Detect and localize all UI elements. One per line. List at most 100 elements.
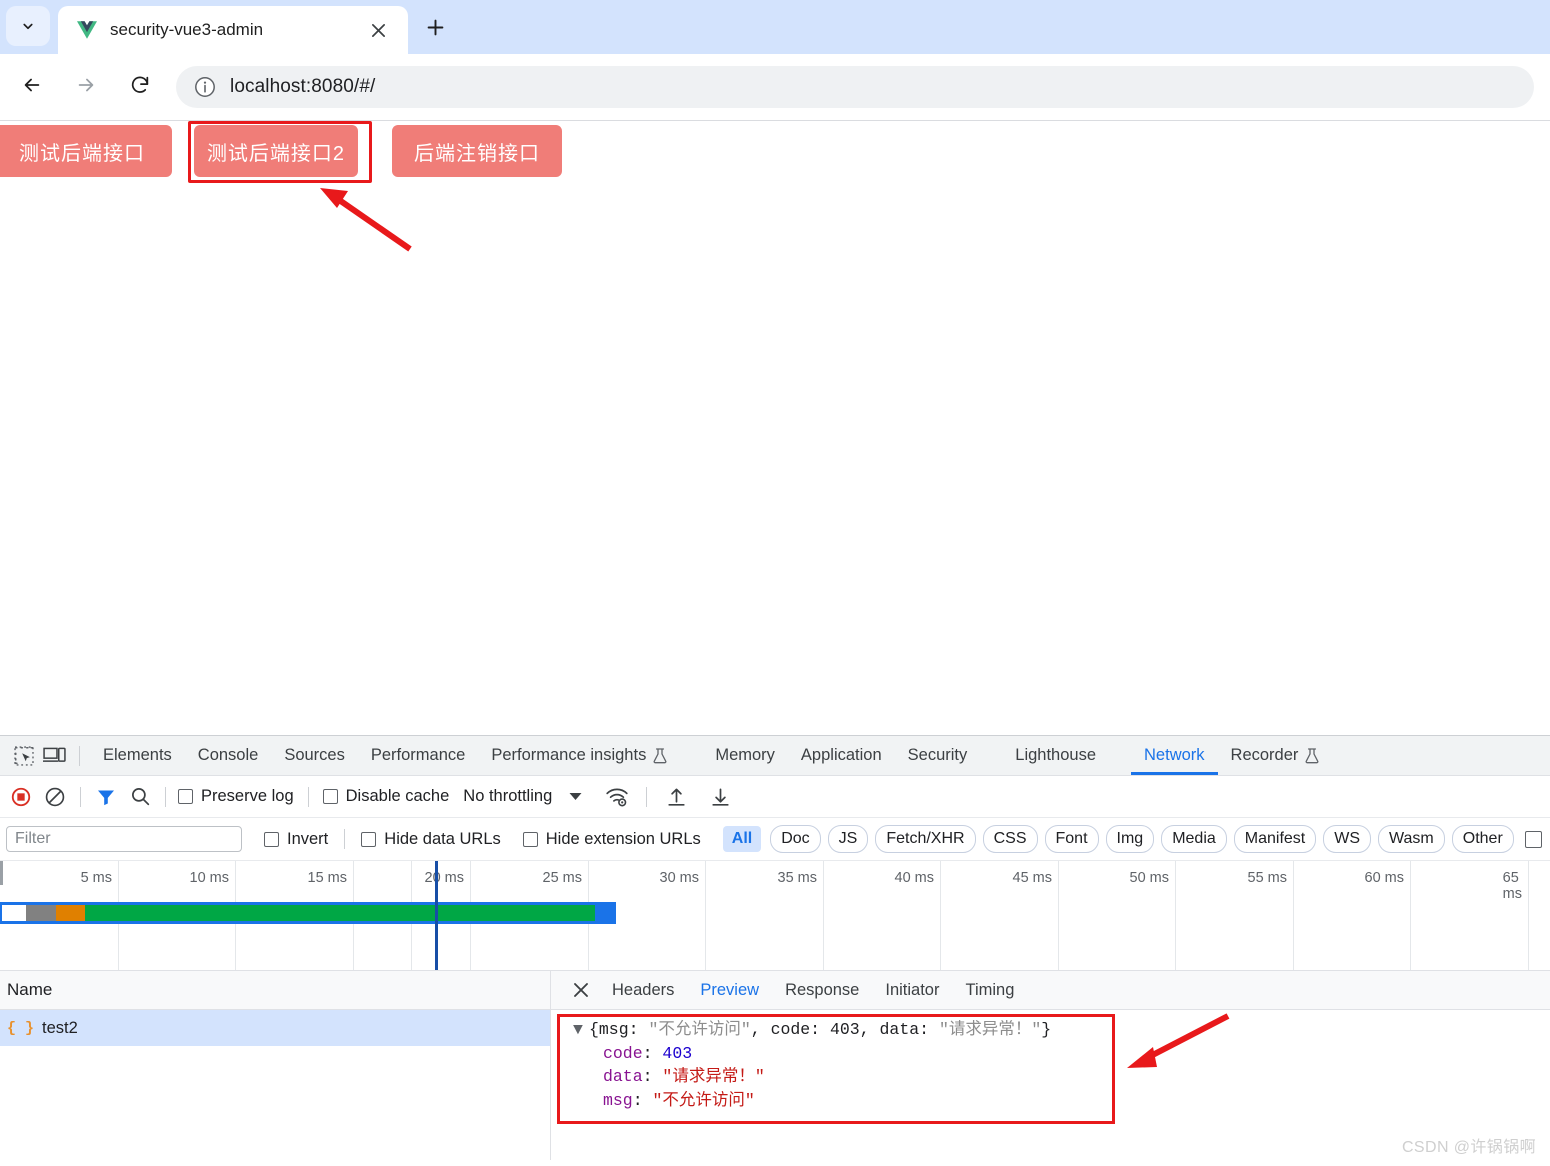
- type-filter-ws[interactable]: WS: [1323, 825, 1372, 853]
- tab-sources[interactable]: Sources: [271, 737, 358, 775]
- back-button[interactable]: [13, 68, 51, 106]
- table-row[interactable]: { } test2: [0, 1010, 550, 1046]
- search-icon[interactable]: [123, 782, 157, 812]
- backend-logout-api-button[interactable]: 后端注销接口: [392, 125, 562, 177]
- tab-label: Recorder: [1230, 746, 1299, 764]
- filter-input[interactable]: Filter: [6, 826, 242, 852]
- disable-cache-label: Disable cache: [345, 787, 450, 805]
- invert-checkbox[interactable]: Invert: [264, 830, 328, 849]
- tab-recorder[interactable]: Recorder: [1218, 737, 1333, 775]
- record-stop-icon[interactable]: [4, 782, 38, 812]
- close-icon[interactable]: [364, 16, 392, 44]
- tab-label: Sources: [284, 746, 345, 764]
- tab-label: Lighthouse: [1015, 746, 1097, 764]
- timeline-tick-label: 15 ms: [307, 870, 348, 886]
- network-toolbar: Preserve log Disable cache No throttling: [0, 776, 1550, 818]
- tab-label: Memory: [715, 746, 775, 764]
- type-filter-css[interactable]: CSS: [982, 825, 1038, 853]
- timeline-gridline: [1058, 861, 1059, 970]
- type-filter-all[interactable]: All: [722, 826, 762, 852]
- timeline-tick-label: 60 ms: [1364, 870, 1405, 886]
- checkbox-box[interactable]: [178, 789, 193, 804]
- tab-lighthouse[interactable]: Lighthouse: [1002, 737, 1109, 775]
- close-icon[interactable]: [563, 975, 599, 1005]
- tab-performance-insights[interactable]: Performance insights: [478, 737, 680, 775]
- tab-elements[interactable]: Elements: [90, 737, 185, 775]
- inspect-element-icon[interactable]: [9, 742, 39, 770]
- checkbox-box[interactable]: [361, 831, 377, 847]
- overview-request-bar: [0, 902, 616, 924]
- tab-search-button[interactable]: [6, 6, 50, 46]
- tab-application[interactable]: Application: [788, 737, 895, 775]
- arrow-right-icon: [75, 74, 97, 101]
- checkbox-box[interactable]: [522, 831, 538, 847]
- has-blocked-cookies-checkbox[interactable]: [1524, 830, 1542, 848]
- type-filter-fetch-xhr[interactable]: Fetch/XHR: [875, 825, 976, 853]
- test-backend-api-button[interactable]: 测试后端接口: [0, 125, 172, 177]
- disable-cache-checkbox[interactable]: Disable cache: [322, 787, 450, 806]
- toolbar-divider: [344, 829, 346, 849]
- throttling-select[interactable]: No throttling: [463, 787, 552, 806]
- type-filter-font[interactable]: Font: [1044, 825, 1099, 853]
- hide-data-urls-checkbox[interactable]: Hide data URLs: [361, 830, 501, 849]
- detail-tab-preview[interactable]: Preview: [687, 972, 772, 1009]
- timeline-tick-label: 55 ms: [1247, 870, 1288, 886]
- detail-tab-headers[interactable]: Headers: [599, 972, 687, 1009]
- hide-extension-urls-checkbox[interactable]: Hide extension URLs: [522, 830, 701, 849]
- timeline-tick-label: 10 ms: [189, 870, 230, 886]
- tab-performance[interactable]: Performance: [358, 737, 478, 775]
- filter-funnel-icon[interactable]: [89, 782, 123, 812]
- detail-tab-timing[interactable]: Timing: [952, 972, 1027, 1009]
- toolbar-divider: [79, 745, 80, 766]
- address-bar[interactable]: localhost:8080/#/: [176, 66, 1534, 108]
- json-braces-icon: { }: [7, 1019, 35, 1037]
- checkbox-box[interactable]: [264, 831, 279, 847]
- preserve-log-checkbox[interactable]: Preserve log: [178, 787, 294, 806]
- tab-security[interactable]: Security: [895, 737, 981, 775]
- preserve-log-label: Preserve log: [201, 787, 294, 805]
- type-filter-wasm[interactable]: Wasm: [1378, 825, 1445, 853]
- toolbar-divider: [307, 786, 309, 807]
- checkbox-box[interactable]: [322, 789, 338, 804]
- tab-label: Network: [1144, 746, 1205, 764]
- device-toolbar-icon[interactable]: [39, 742, 69, 770]
- annotation-arrow-to-button: [320, 188, 412, 252]
- timeline-gridline: [1410, 861, 1411, 970]
- timeline-bar-segment: [595, 905, 616, 921]
- annotation-highlight-box-button: [188, 121, 372, 183]
- reload-button[interactable]: [121, 68, 159, 106]
- tab-label: Performance: [370, 746, 466, 764]
- wifi-settings-icon[interactable]: [600, 782, 634, 812]
- tab-console[interactable]: Console: [185, 737, 272, 775]
- forward-button[interactable]: [67, 68, 105, 106]
- table-header: Name: [0, 971, 550, 1010]
- info-circle-icon[interactable]: [192, 74, 218, 100]
- tab-label: Console: [197, 746, 259, 764]
- tab-memory[interactable]: Memory: [702, 737, 788, 775]
- column-header-name[interactable]: Name: [7, 980, 52, 1000]
- download-arrow-icon[interactable]: [703, 782, 737, 812]
- timeline-bar-segment: [56, 905, 85, 921]
- type-filter-doc[interactable]: Doc: [770, 825, 821, 853]
- type-filter-manifest[interactable]: Manifest: [1233, 825, 1317, 853]
- vue-logo-icon: [76, 19, 98, 41]
- invert-label: Invert: [287, 829, 329, 848]
- timeline-playhead[interactable]: [435, 861, 438, 970]
- type-filter-img[interactable]: Img: [1105, 825, 1155, 853]
- browser-tab[interactable]: security-vue3-admin: [58, 6, 408, 54]
- network-overview-timeline[interactable]: 5 ms 10 ms 15 ms 20 ms 25 ms 30 ms 35 ms 40 ms 4…: [0, 861, 1550, 971]
- timeline-bar-segment: [2, 905, 26, 921]
- type-filter-js[interactable]: JS: [827, 825, 869, 853]
- browser-window: security-vue3-admin localhost:8080/#/ 测试…: [0, 0, 1550, 1166]
- timeline-tick-label: 65 ms: [1502, 870, 1523, 902]
- detail-tab-initiator[interactable]: Initiator: [872, 972, 952, 1009]
- type-filter-media[interactable]: Media: [1161, 825, 1227, 853]
- new-tab-button[interactable]: [416, 11, 454, 49]
- clear-icon[interactable]: [38, 782, 72, 812]
- toolbar-divider: [80, 786, 81, 807]
- type-filter-other[interactable]: Other: [1451, 825, 1514, 853]
- detail-tab-response[interactable]: Response: [772, 972, 872, 1009]
- upload-arrow-icon[interactable]: [659, 782, 693, 812]
- tab-network[interactable]: Network: [1131, 737, 1218, 775]
- throttling-chevron-down-icon[interactable]: [562, 784, 588, 810]
